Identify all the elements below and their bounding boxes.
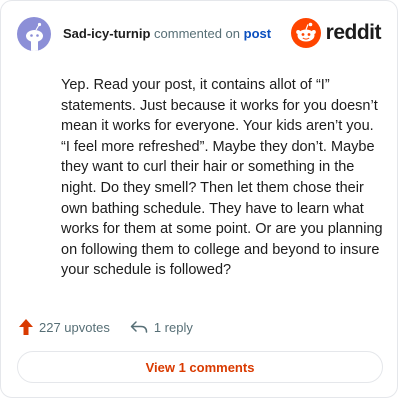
view-comments-button[interactable]: View 1 comments [17, 351, 383, 383]
post-link[interactable]: post [244, 26, 271, 41]
reddit-snoo-icon [290, 18, 321, 48]
comment-body: Yep. Read your post, it contains allot o… [61, 77, 383, 279]
comment-header: Sad-icy-turnip commented on post reddit [17, 17, 382, 51]
comment-actions: 227 upvotes 1 reply [19, 317, 193, 337]
avatar[interactable] [17, 17, 51, 51]
commented-on-text: commented on [150, 26, 244, 41]
upvote-count: 227 upvotes [39, 319, 110, 335]
comment-card: Sad-icy-turnip commented on post reddit … [0, 0, 398, 398]
snoo-avatar-icon [26, 22, 43, 51]
upvote-action[interactable]: 227 upvotes [19, 319, 110, 335]
reply-count: 1 reply [153, 319, 193, 335]
reddit-wordmark: reddit [325, 21, 382, 44]
upvote-arrow-icon[interactable] [19, 319, 33, 335]
reply-arrow-icon[interactable] [130, 320, 148, 334]
author-line: Sad-icy-turnip commented on post [63, 26, 271, 41]
username[interactable]: Sad-icy-turnip [63, 26, 150, 41]
reply-action[interactable]: 1 reply [130, 320, 193, 335]
reddit-logo: reddit [290, 18, 382, 48]
